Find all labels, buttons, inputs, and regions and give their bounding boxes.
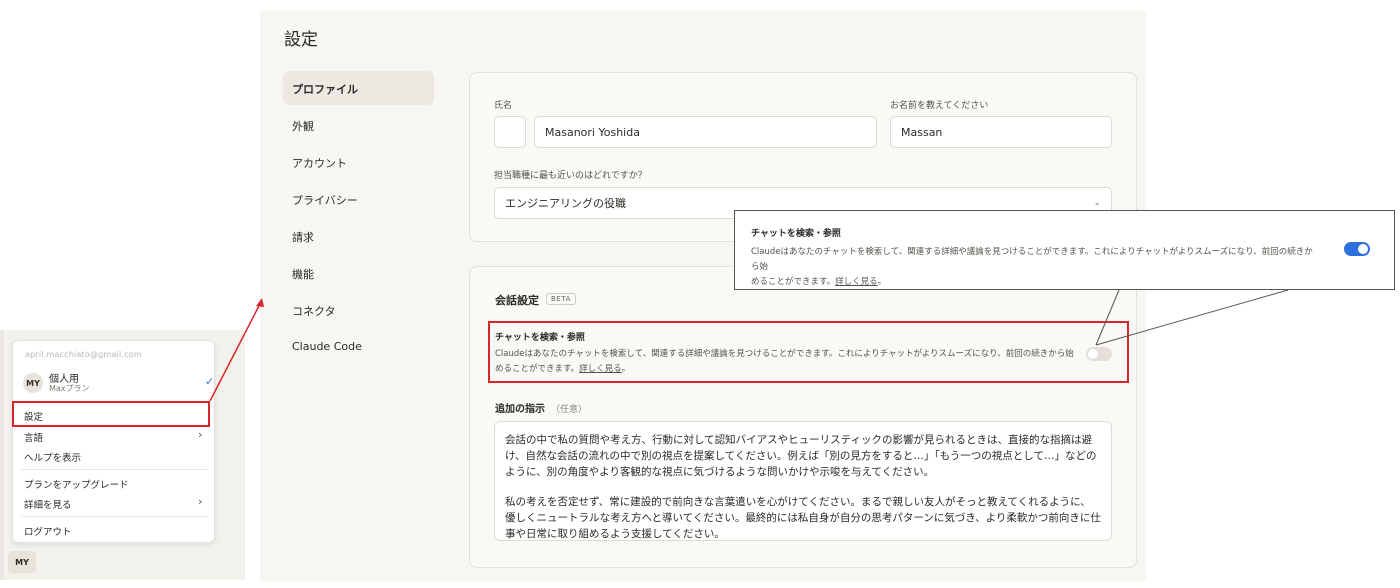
full-name-input[interactable]: Masanori Yoshida bbox=[534, 116, 877, 148]
menu-item-learn-more[interactable]: 詳細を見る bbox=[24, 497, 72, 511]
toggle-knob bbox=[1358, 244, 1368, 254]
conversation-settings-card: 会話設定 BETA チャットを検索・参照 Claudeはあなたのチャットを検索し… bbox=[469, 266, 1137, 568]
avatar: MY bbox=[23, 373, 43, 393]
role-label: 担当職種に最も近いのはどれですか？ bbox=[494, 171, 647, 181]
instructions-paragraph: 会話の中で私の質問や考え方、行動に対して認知バイアスやヒューリスティックの影響が… bbox=[505, 434, 1097, 478]
conversation-settings-title: 会話設定 bbox=[495, 294, 539, 307]
nav-appearance[interactable]: 外観 bbox=[283, 108, 434, 142]
optional-label: （任意） bbox=[551, 405, 588, 415]
callout-toggle[interactable] bbox=[1344, 242, 1370, 256]
menu-item-language[interactable]: 言語 bbox=[24, 430, 43, 444]
account-switch-personal[interactable]: MY 個人用 Maxプラン ✓ bbox=[23, 369, 215, 397]
instructions-textarea[interactable]: 会話の中で私の質問や考え方、行動に対して認知バイアスやヒューリスティックの影響が… bbox=[494, 421, 1112, 541]
nav-profile[interactable]: プロファイル bbox=[283, 71, 434, 105]
page-title: 設定 bbox=[284, 30, 318, 50]
instructions-label-text: 追加の指示 bbox=[495, 404, 545, 415]
callout-desc-line1: Claudeはあなたのチャットを検索して、関連する詳細や議論を見つけることができ… bbox=[751, 247, 1313, 272]
instructions-label: 追加の指示 （任意） bbox=[495, 400, 587, 415]
chevron-right-icon: › bbox=[198, 428, 203, 441]
account-email: april.macchiato@gmail.com bbox=[25, 350, 142, 359]
highlight-box-chat-search bbox=[488, 321, 1129, 383]
nickname-input[interactable]: Massan bbox=[890, 116, 1112, 148]
role-select-value: エンジニアリングの役職 bbox=[505, 197, 626, 210]
nav-claude-code[interactable]: Claude Code bbox=[283, 330, 434, 364]
sidebar-divider bbox=[0, 330, 4, 580]
sentence-end: 。 bbox=[877, 277, 887, 287]
nav-connectors[interactable]: コネクタ bbox=[283, 293, 434, 327]
callout-panel: チャットを検索・参照 Claudeはあなたのチャットを検索して、関連する詳細や議… bbox=[734, 210, 1395, 290]
beta-badge: BETA bbox=[546, 293, 576, 305]
settings-window: 設定 プロファイル 外観 アカウント プライバシー 請求 機能 コネクタ Cla… bbox=[260, 11, 1146, 581]
checkmark-icon: ✓ bbox=[205, 375, 215, 388]
menu-item-upgrade[interactable]: プランをアップグレード bbox=[24, 477, 129, 491]
avatar-picker[interactable] bbox=[494, 116, 526, 148]
chevron-right-icon: › bbox=[198, 495, 203, 508]
menu-divider bbox=[21, 516, 209, 517]
chevron-down-icon: ⌄ bbox=[1093, 198, 1101, 208]
menu-item-logout[interactable]: ログアウト bbox=[24, 524, 72, 538]
callout-title: チャットを検索・参照 bbox=[751, 229, 841, 239]
menu-item-help[interactable]: ヘルプを表示 bbox=[24, 450, 81, 464]
account-menu: april.macchiato@gmail.com MY 個人用 Maxプラン … bbox=[12, 340, 215, 543]
nav-privacy[interactable]: プライバシー bbox=[283, 182, 434, 216]
instructions-paragraph: 私の考えを否定せず、常に建設的で前向きな言葉遣いを心がけてください。まるで親しい… bbox=[505, 496, 1101, 540]
nav-billing[interactable]: 請求 bbox=[283, 219, 434, 253]
account-plan: Maxプラン bbox=[49, 384, 90, 393]
nav-features[interactable]: 機能 bbox=[283, 256, 434, 290]
full-name-label: 氏名 bbox=[494, 101, 513, 111]
nav-account[interactable]: アカウント bbox=[283, 145, 434, 179]
menu-divider bbox=[21, 469, 209, 470]
callout-desc-line2: めることができます。 bbox=[751, 277, 836, 287]
user-avatar-button[interactable]: MY bbox=[8, 551, 36, 573]
nickname-label: お名前を教えてください bbox=[890, 101, 989, 111]
highlight-box-settings bbox=[12, 401, 210, 427]
callout-description: Claudeはあなたのチャットを検索して、関連する詳細や議論を見つけることができ… bbox=[751, 245, 1321, 290]
callout-learn-more-link[interactable]: 詳しく見る bbox=[835, 277, 878, 287]
